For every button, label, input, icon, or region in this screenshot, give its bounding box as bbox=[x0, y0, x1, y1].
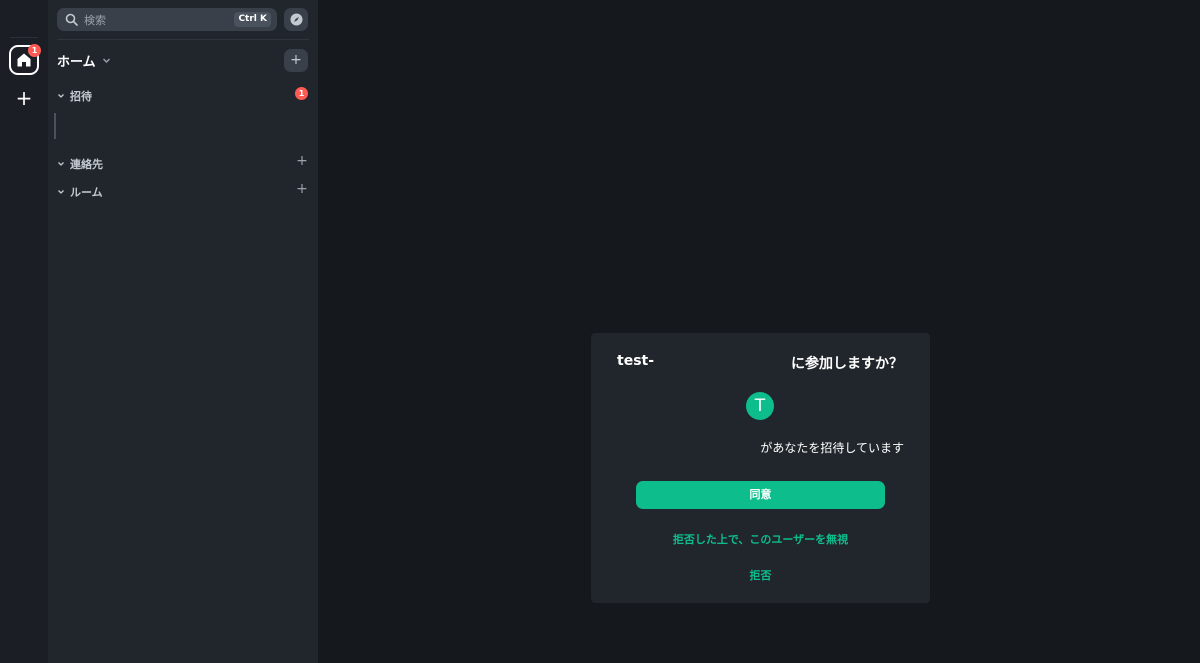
accept-invite-button[interactable]: 同意 bbox=[636, 481, 885, 509]
search-shortcut: Ctrl K bbox=[234, 12, 271, 27]
home-notification-badge: 1 bbox=[28, 44, 41, 57]
inviter-text: があなたを招待しています bbox=[760, 441, 904, 455]
compass-icon bbox=[290, 13, 302, 26]
room-list-panel: 検索 Ctrl K ホーム + 招待 1 連絡先 + ルーム + bbox=[48, 0, 318, 663]
home-context-menu-button[interactable]: ホーム bbox=[57, 51, 111, 70]
invite-question: test- に参加しますか？ bbox=[617, 353, 907, 373]
section-contacts-label: 連絡先 bbox=[70, 158, 103, 171]
reject-and-ignore-button[interactable]: 拒否した上で、このユーザーを無視 bbox=[591, 531, 930, 547]
section-contacts-header[interactable]: 連絡先 bbox=[57, 156, 103, 172]
space-divider bbox=[10, 37, 38, 38]
chevron-down-icon bbox=[102, 58, 110, 63]
create-space-button[interactable]: + bbox=[14, 88, 34, 108]
inviter-avatar: T bbox=[746, 392, 774, 420]
app-root: 1 + 検索 Ctrl K ホーム + 招待 1 連絡先 + ルーム + tes… bbox=[0, 0, 1200, 663]
add-room-section-button[interactable]: + bbox=[296, 182, 308, 196]
chevron-down-icon bbox=[58, 94, 64, 98]
add-room-button[interactable]: + bbox=[284, 49, 308, 72]
section-invites-label: 招待 bbox=[70, 90, 92, 103]
section-rooms-label: ルーム bbox=[70, 186, 103, 199]
search-button[interactable]: 検索 Ctrl K bbox=[57, 8, 277, 31]
panel-divider bbox=[57, 39, 309, 40]
explore-rooms-button[interactable] bbox=[284, 8, 308, 31]
chevron-down-icon bbox=[58, 162, 64, 166]
invite-room-item[interactable] bbox=[54, 113, 310, 139]
invite-room-name: test- bbox=[617, 353, 655, 369]
chevron-down-icon bbox=[58, 190, 64, 194]
invite-question-text: に参加しますか？ bbox=[791, 356, 903, 372]
search-icon bbox=[65, 13, 78, 26]
home-title: ホーム bbox=[57, 55, 96, 70]
room-invite-card: test- に参加しますか？ T があなたを招待しています 同意 拒否した上で、… bbox=[591, 333, 930, 603]
section-invites-header[interactable]: 招待 bbox=[57, 88, 92, 104]
section-rooms-header[interactable]: ルーム bbox=[57, 184, 103, 200]
search-label: 検索 bbox=[84, 14, 106, 27]
add-contact-button[interactable]: + bbox=[296, 154, 308, 168]
invites-badge: 1 bbox=[295, 87, 308, 100]
space-bar: 1 + bbox=[0, 0, 48, 663]
reject-invite-button[interactable]: 拒否 bbox=[591, 567, 930, 583]
